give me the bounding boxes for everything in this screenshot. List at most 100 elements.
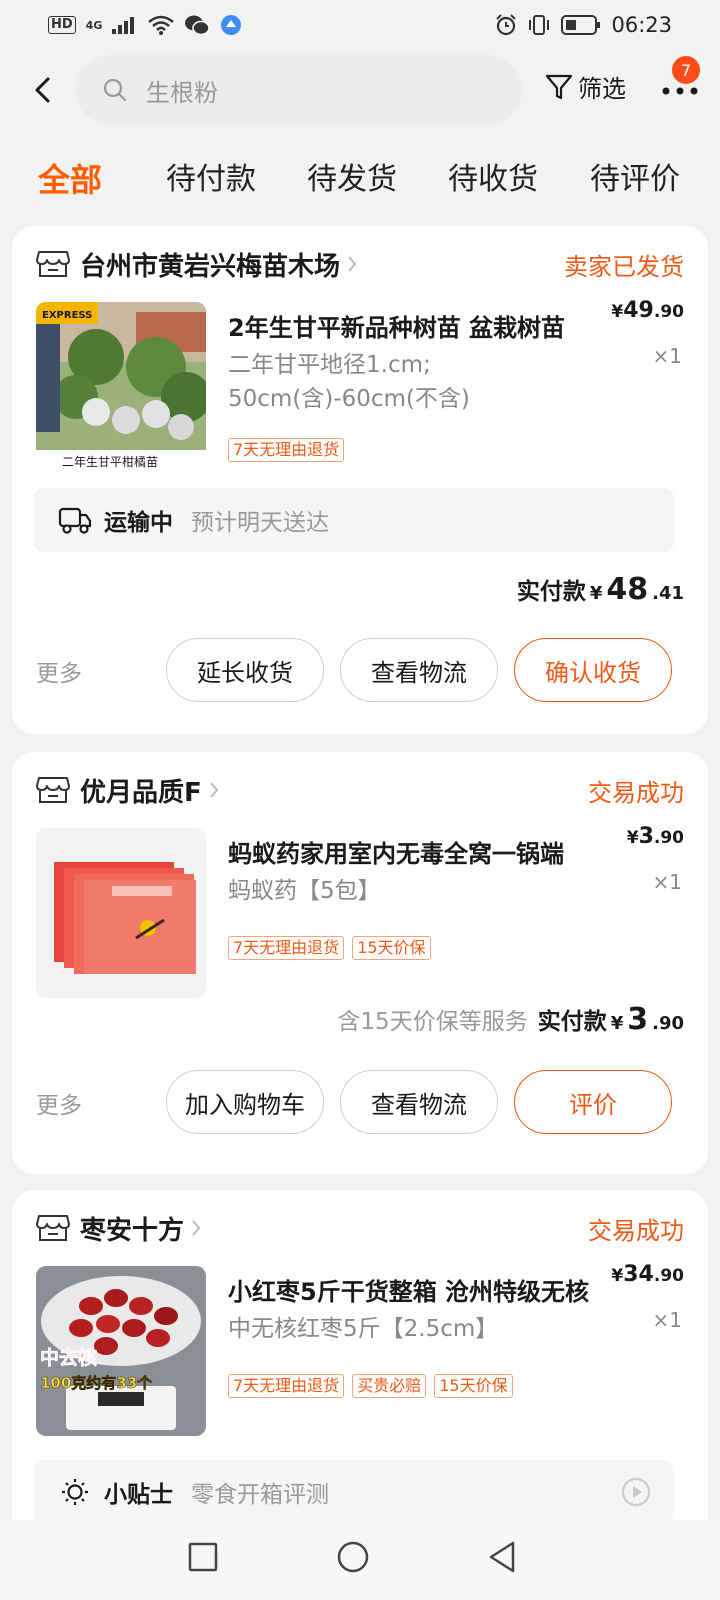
app-notification-icon xyxy=(221,15,242,35)
confirm-receipt-button[interactable]: 确认收货 xyxy=(514,638,672,702)
order-card: 优月品质F 交易成功 蚂蚁药家用室内无毒全窝一锅端 ¥3.90 ×1 蚂蚁药【5… xyxy=(12,752,708,1174)
red-dates-photo: 中去核 100克约有33个 xyxy=(36,1266,206,1436)
shipping-eta: 预计明天送达 xyxy=(191,510,329,536)
chevron-right-icon xyxy=(192,1220,201,1236)
back-icon[interactable] xyxy=(486,1540,518,1574)
battery-icon xyxy=(561,15,601,35)
shop-header[interactable]: 枣安十方 交易成功 xyxy=(36,1208,684,1248)
product-spec: 蚂蚁药【5包】 xyxy=(228,874,618,908)
ant-bait-packets-photo xyxy=(36,828,206,998)
product-image[interactable]: 中去核 100克约有33个 xyxy=(36,1266,206,1436)
shop-icon xyxy=(36,777,70,803)
return-policy-tag: 7天无理由退货 xyxy=(228,1374,345,1398)
view-logistics-button[interactable]: 查看物流 xyxy=(340,1070,498,1134)
order-status: 交易成功 xyxy=(588,778,684,807)
spec-line: 蚂蚁药【5包】 xyxy=(228,878,381,904)
amount-paid: 含15天价保等服务 实付款 ¥3.90 xyxy=(337,1002,684,1037)
shop-icon xyxy=(36,1215,70,1241)
tips-bar[interactable]: 小贴士 零食开箱评测 xyxy=(34,1460,674,1524)
add-to-cart-button[interactable]: 加入购物车 xyxy=(166,1070,324,1134)
product-image[interactable]: EXPRESS 二年生甘平柑橘苗 xyxy=(36,302,206,472)
clock: 06:23 xyxy=(611,13,672,37)
hd-indicator: HD xyxy=(48,16,76,34)
search-bar[interactable]: 生根粉 xyxy=(76,55,522,125)
filter-button[interactable]: 筛选 xyxy=(544,69,626,104)
signal-icon xyxy=(112,17,135,34)
order-status: 交易成功 xyxy=(588,1216,684,1245)
tab-pending-receipt[interactable]: 待收货 xyxy=(448,152,538,208)
shop-header[interactable]: 优月品质F 交易成功 xyxy=(36,770,684,810)
delivery-truck-icon xyxy=(58,507,92,534)
amount-paid: 实付款 ¥48.41 xyxy=(516,572,684,607)
order-card: 台州市黄岩兴梅苗木场 卖家已发货 EXPRESS 二年生甘平柑橘苗 2年生甘平新… xyxy=(12,226,708,734)
product-title[interactable]: 2年生甘平新品种树苗 盆栽树苗 xyxy=(228,308,598,343)
chevron-right-icon xyxy=(210,782,219,798)
product-quantity: ×1 xyxy=(652,344,682,368)
order-status: 卖家已发货 xyxy=(564,252,684,281)
shop-header[interactable]: 台州市黄岩兴梅苗木场 卖家已发货 xyxy=(36,244,684,284)
image-overlay-text: 100克约有33个 xyxy=(40,1374,153,1392)
order-card: 枣安十方 交易成功 中去核 100克约有33个 小红枣5斤干货整箱 沧州特级无核… xyxy=(12,1190,708,1550)
view-logistics-button[interactable]: 查看物流 xyxy=(340,638,498,702)
shop-icon xyxy=(36,251,70,277)
shipping-label: 运输中 xyxy=(104,510,173,536)
product-price: ¥34.90 xyxy=(611,1262,684,1287)
recent-apps-icon[interactable] xyxy=(188,1542,218,1572)
chevron-right-icon xyxy=(348,256,357,272)
tab-pending-review[interactable]: 待评价 xyxy=(590,152,680,208)
play-circle-icon[interactable] xyxy=(620,1476,652,1508)
wechat-icon xyxy=(185,15,211,36)
image-overlay-text: 中去核 xyxy=(40,1346,97,1369)
wifi-icon xyxy=(148,15,175,35)
product-title[interactable]: 小红枣5斤干货整箱 沧州特级无核 xyxy=(228,1272,598,1307)
top-bar: 生根粉 筛选 xyxy=(0,55,720,125)
price-guarantee-tag: 买贵必赔 xyxy=(352,1374,427,1398)
sapling-photo: EXPRESS 二年生甘平柑橘苗 xyxy=(36,302,206,472)
shop-name: 优月品质F xyxy=(80,777,202,808)
service-tags: 7天无理由退货 xyxy=(228,438,345,462)
vibrate-icon xyxy=(529,15,550,35)
home-icon[interactable] xyxy=(336,1540,370,1574)
image-caption: 二年生甘平柑橘苗 xyxy=(62,454,158,469)
search-icon xyxy=(103,78,127,102)
product-price: ¥3.90 xyxy=(626,824,684,849)
tab-pending-payment[interactable]: 待付款 xyxy=(166,152,256,208)
message-count-badge: 7 xyxy=(672,56,700,84)
product-quantity: ×1 xyxy=(652,870,682,894)
product-image[interactable] xyxy=(36,828,206,998)
service-note: 含15天价保等服务 xyxy=(337,1009,528,1035)
more-actions-link[interactable]: 更多 xyxy=(36,654,82,688)
back-arrow-icon[interactable] xyxy=(28,73,58,107)
shop-name: 台州市黄岩兴梅苗木场 xyxy=(80,251,341,282)
price-protection-tag: 15天价保 xyxy=(434,1374,513,1398)
order-tabs: 全部 待付款 待发货 待收货 待评价 xyxy=(0,152,720,208)
price-protection-tag: 15天价保 xyxy=(352,936,431,960)
shipping-status[interactable]: 运输中 预计明天送达 xyxy=(34,488,674,552)
more-actions-link[interactable]: 更多 xyxy=(36,1086,82,1120)
product-price: ¥49.90 xyxy=(611,298,684,323)
service-tags: 7天无理由退货 买贵必赔 15天价保 xyxy=(228,1374,513,1398)
funnel-icon xyxy=(545,74,573,99)
tips-text: 零食开箱评测 xyxy=(191,1482,329,1508)
status-bar: HD 4G 06:23 xyxy=(0,0,720,50)
tab-all[interactable]: 全部 xyxy=(38,152,102,208)
extend-receipt-button[interactable]: 延长收货 xyxy=(166,638,324,702)
product-spec: 二年甘平地径1.cm; 50cm(含)-60cm(不含) xyxy=(228,348,618,416)
tips-label: 小贴士 xyxy=(104,1482,173,1508)
express-badge: EXPRESS xyxy=(42,310,92,321)
system-nav-bar xyxy=(0,1520,720,1600)
spec-line: 50cm(含)-60cm(不含) xyxy=(228,386,470,412)
service-tags: 7天无理由退货 15天价保 xyxy=(228,936,431,960)
product-spec: 中无核红枣5斤【2.5cm】 xyxy=(228,1312,618,1346)
network-type: 4G xyxy=(85,18,103,32)
return-policy-tag: 7天无理由退货 xyxy=(228,936,345,960)
product-title[interactable]: 蚂蚁药家用室内无毒全窝一锅端 xyxy=(228,834,598,869)
tab-pending-shipment[interactable]: 待发货 xyxy=(307,152,397,208)
spec-line: 二年甘平地径1.cm; xyxy=(228,352,431,378)
review-button[interactable]: 评价 xyxy=(514,1070,672,1134)
filter-label: 筛选 xyxy=(578,75,626,103)
return-policy-tag: 7天无理由退货 xyxy=(228,438,345,462)
alarm-icon xyxy=(496,14,517,36)
product-quantity: ×1 xyxy=(652,1308,682,1332)
lightbulb-icon xyxy=(62,1479,88,1505)
